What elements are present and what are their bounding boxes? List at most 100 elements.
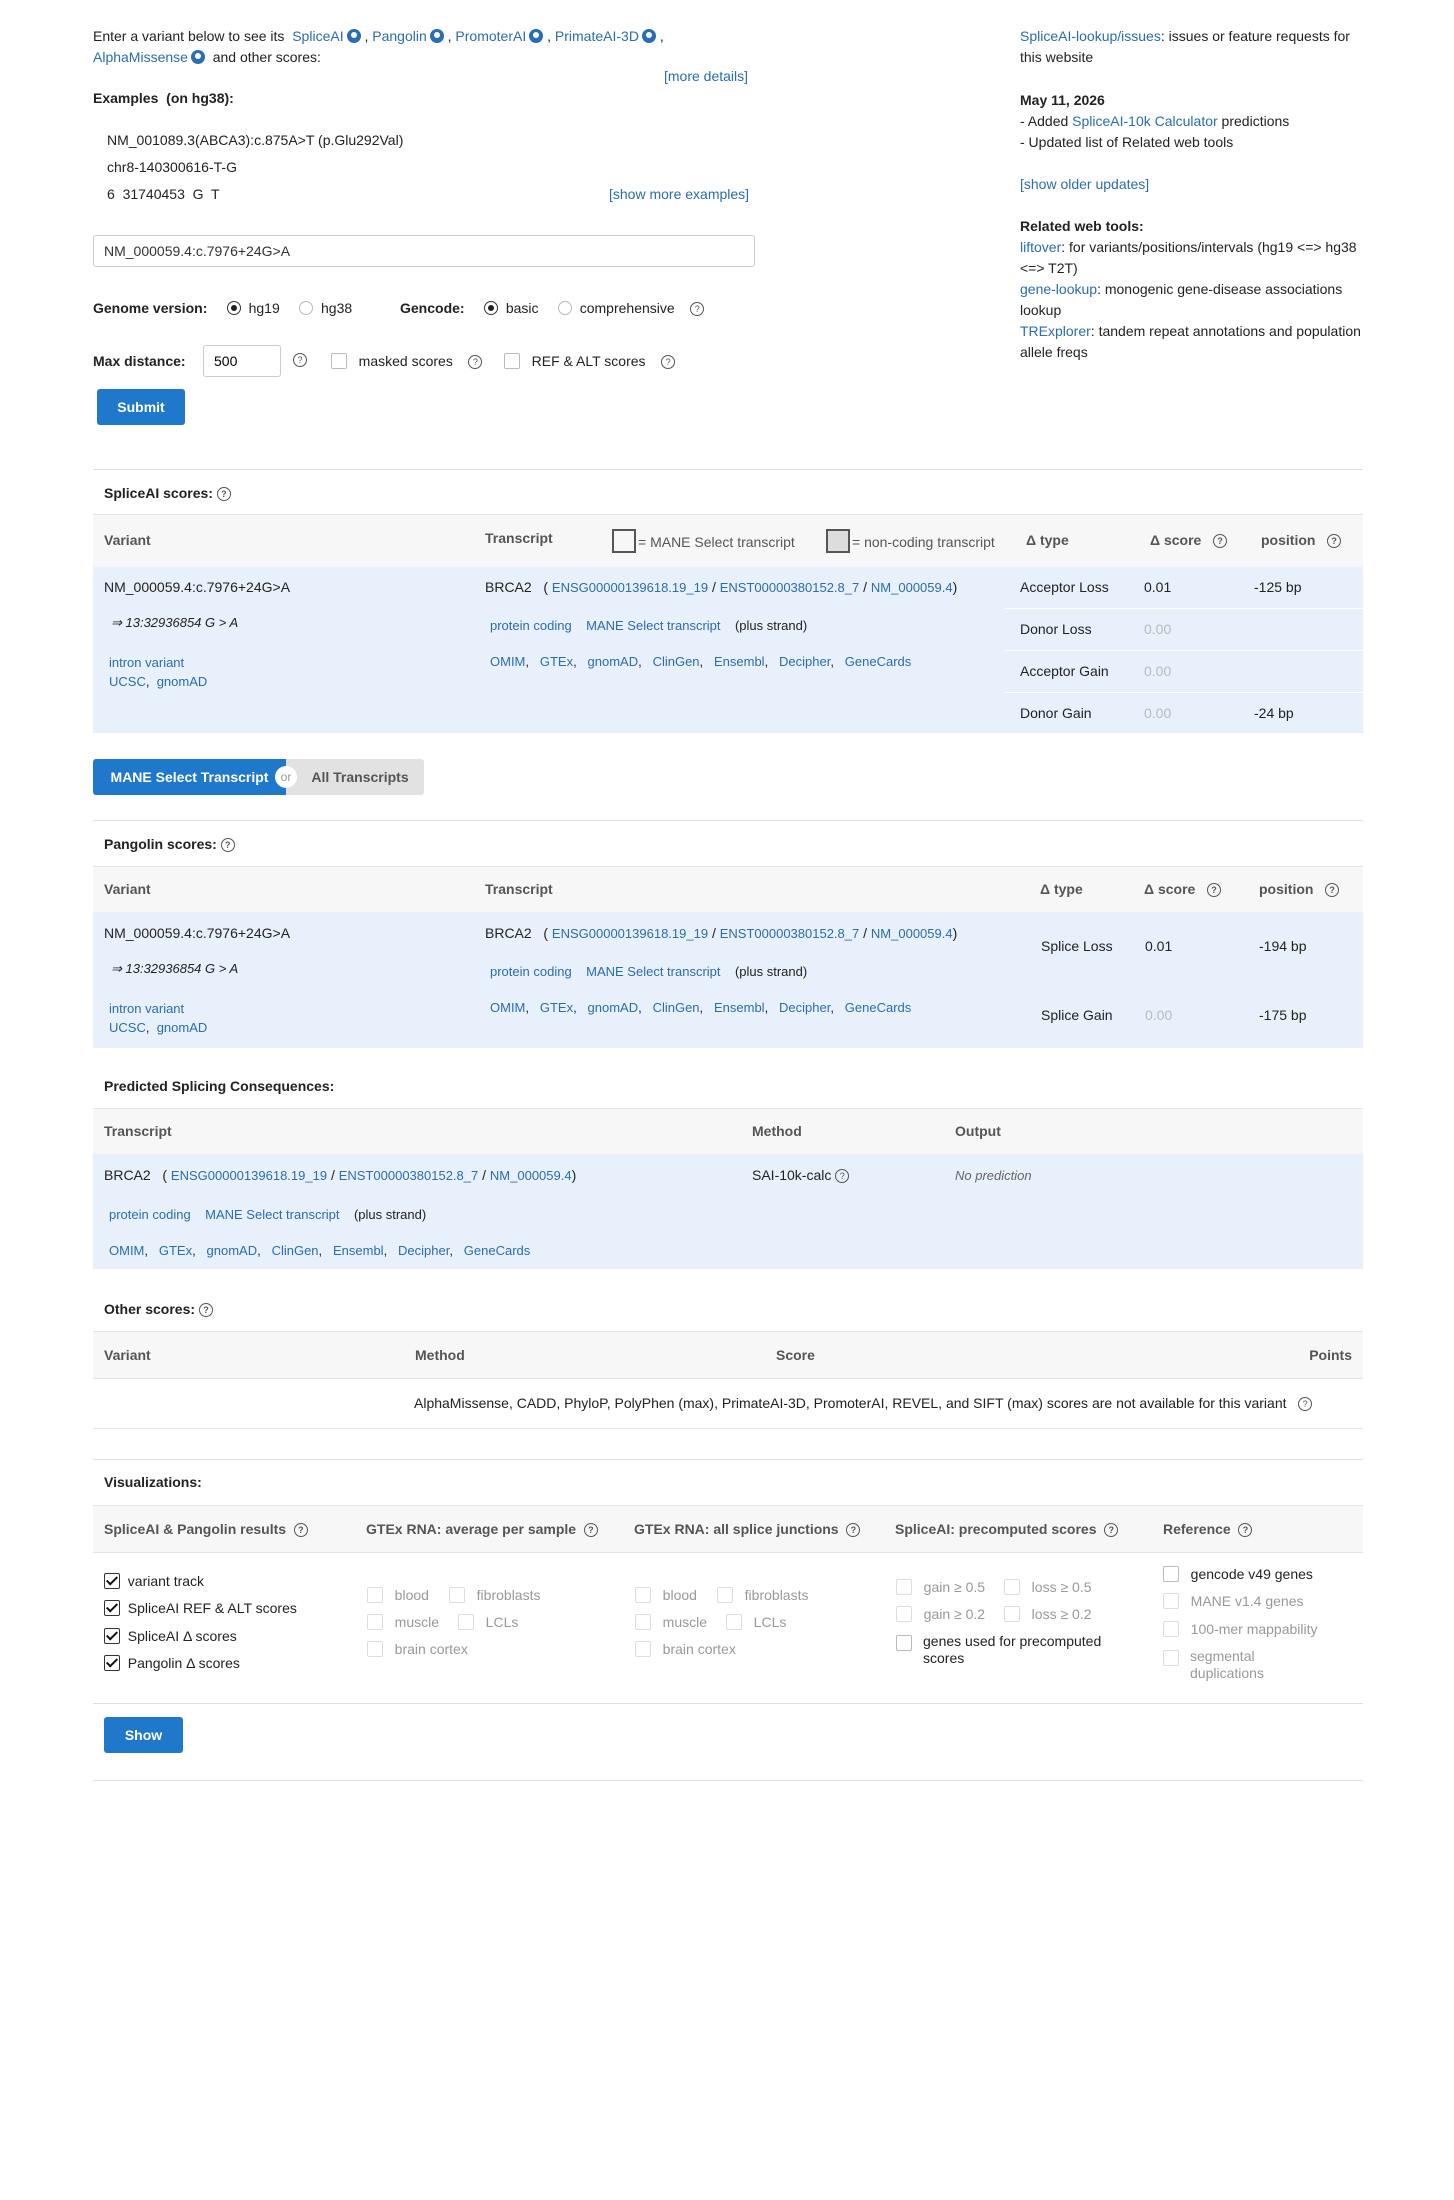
basic-radio[interactable] bbox=[484, 301, 499, 315]
ensg-link[interactable]: ENSG00000139618.19_19 bbox=[171, 1168, 327, 1183]
max-distance-input[interactable] bbox=[203, 345, 281, 377]
help-icon[interactable]: ? bbox=[1104, 1523, 1119, 1537]
promoterai-link[interactable]: PromoterAI bbox=[455, 28, 526, 44]
gnomad-gene-link[interactable]: gnomAD bbox=[588, 1000, 639, 1015]
help-icon[interactable]: ? bbox=[1298, 1397, 1313, 1411]
gtex-link[interactable]: GTEx bbox=[540, 1000, 573, 1015]
loss-02-checkbox[interactable] bbox=[1004, 1606, 1020, 1622]
variant-search-input[interactable] bbox=[93, 235, 755, 267]
gtex-junc-muscle-checkbox[interactable] bbox=[635, 1614, 651, 1630]
mane-select-toggle[interactable]: MANE Select Transcript bbox=[93, 759, 286, 795]
gnomad-gene-link[interactable]: gnomAD bbox=[588, 654, 639, 669]
help-icon[interactable]: ? bbox=[690, 302, 705, 316]
gain-02-checkbox[interactable] bbox=[896, 1606, 912, 1622]
genes-precomputed-checkbox[interactable] bbox=[896, 1635, 912, 1651]
nm-link[interactable]: NM_000059.4 bbox=[871, 580, 953, 595]
example-3[interactable]: 6 31740453 G T bbox=[107, 186, 220, 202]
show-button[interactable]: Show bbox=[104, 1717, 183, 1753]
help-icon[interactable]: ? bbox=[216, 487, 231, 501]
clingen-link[interactable]: ClinGen bbox=[653, 1000, 700, 1015]
variant-track-checkbox[interactable] bbox=[104, 1573, 120, 1589]
gencode-genes-checkbox[interactable] bbox=[1163, 1566, 1179, 1582]
github-icon[interactable] bbox=[429, 29, 444, 43]
decipher-link[interactable]: Decipher bbox=[779, 1000, 830, 1015]
mappability-checkbox[interactable] bbox=[1163, 1621, 1179, 1637]
spliceai-refalt-checkbox[interactable] bbox=[104, 1600, 120, 1616]
nm-link[interactable]: NM_000059.4 bbox=[871, 926, 953, 941]
help-icon[interactable]: ? bbox=[220, 838, 235, 852]
help-icon[interactable]: ? bbox=[846, 1523, 861, 1537]
clingen-link[interactable]: ClinGen bbox=[653, 654, 700, 669]
nm-link[interactable]: NM_000059.4 bbox=[490, 1168, 572, 1183]
spliceai-delta-checkbox[interactable] bbox=[104, 1628, 120, 1644]
ensg-link[interactable]: ENSG00000139618.19_19 bbox=[552, 926, 708, 941]
hg38-radio[interactable] bbox=[299, 301, 314, 315]
gnomad-link[interactable]: gnomAD bbox=[157, 1020, 208, 1035]
submit-button[interactable]: Submit bbox=[97, 389, 185, 425]
pangolin-link[interactable]: Pangolin bbox=[372, 28, 427, 44]
help-icon[interactable]: ? bbox=[583, 1523, 598, 1537]
ucsc-link[interactable]: UCSC bbox=[109, 674, 146, 689]
clingen-link[interactable]: ClinGen bbox=[272, 1243, 319, 1258]
mane-genes-checkbox[interactable] bbox=[1163, 1593, 1179, 1609]
gtex-junc-lcls-checkbox[interactable] bbox=[726, 1614, 742, 1630]
omim-link[interactable]: OMIM bbox=[109, 1243, 144, 1258]
consequence-link[interactable]: intron variant bbox=[109, 655, 184, 670]
ensg-link[interactable]: ENSG00000139618.19_19 bbox=[552, 580, 708, 595]
segdup-checkbox[interactable] bbox=[1163, 1650, 1179, 1666]
all-transcripts-toggle[interactable]: All Transcripts bbox=[286, 759, 424, 795]
trexplorer-link[interactable]: TRExplorer bbox=[1020, 323, 1091, 339]
decipher-link[interactable]: Decipher bbox=[398, 1243, 449, 1258]
alphamissense-link[interactable]: AlphaMissense bbox=[93, 49, 188, 65]
consequence-link[interactable]: intron variant bbox=[109, 1001, 184, 1016]
gnomad-link[interactable]: gnomAD bbox=[157, 674, 208, 689]
pangolin-delta-checkbox[interactable] bbox=[104, 1655, 120, 1671]
github-icon[interactable] bbox=[529, 29, 544, 43]
gtex-avg-fibroblasts-checkbox[interactable] bbox=[449, 1587, 465, 1603]
calculator-link[interactable]: SpliceAI-10k Calculator bbox=[1072, 113, 1218, 129]
omim-link[interactable]: OMIM bbox=[490, 1000, 525, 1015]
show-more-examples-link[interactable]: [show more examples] bbox=[609, 186, 749, 202]
example-2[interactable]: chr8-140300616-T-G bbox=[107, 159, 237, 175]
github-icon[interactable] bbox=[641, 29, 656, 43]
gain-05-checkbox[interactable] bbox=[896, 1579, 912, 1595]
show-older-updates-link[interactable]: [show older updates] bbox=[1020, 176, 1149, 192]
enst-link[interactable]: ENST00000380152.8_7 bbox=[339, 1168, 479, 1183]
help-icon[interactable]: ? bbox=[1238, 1523, 1253, 1537]
comprehensive-radio[interactable] bbox=[557, 301, 572, 315]
gene-lookup-link[interactable]: gene-lookup bbox=[1020, 281, 1097, 297]
gtex-avg-blood-checkbox[interactable] bbox=[367, 1587, 383, 1603]
ensembl-link[interactable]: Ensembl bbox=[333, 1243, 384, 1258]
help-icon[interactable]: ? bbox=[835, 1169, 850, 1183]
help-icon[interactable]: ? bbox=[468, 355, 483, 369]
gtex-avg-muscle-checkbox[interactable] bbox=[367, 1614, 383, 1630]
ensembl-link[interactable]: Ensembl bbox=[714, 1000, 765, 1015]
hg19-radio[interactable] bbox=[226, 301, 241, 315]
github-icon[interactable] bbox=[346, 29, 361, 43]
liftover-link[interactable]: liftover bbox=[1020, 239, 1061, 255]
gtex-junc-brain-checkbox[interactable] bbox=[635, 1641, 651, 1657]
help-icon[interactable]: ? bbox=[1327, 534, 1342, 548]
issues-link[interactable]: SpliceAI-lookup/issues bbox=[1020, 28, 1161, 44]
gnomad-gene-link[interactable]: gnomAD bbox=[207, 1243, 258, 1258]
gtex-link[interactable]: GTEx bbox=[159, 1243, 192, 1258]
gtex-junc-fibroblasts-checkbox[interactable] bbox=[717, 1587, 733, 1603]
help-icon[interactable]: ? bbox=[293, 1523, 308, 1537]
loss-05-checkbox[interactable] bbox=[1004, 1579, 1020, 1595]
gtex-avg-lcls-checkbox[interactable] bbox=[458, 1614, 474, 1630]
spliceai-link[interactable]: SpliceAI bbox=[292, 28, 343, 44]
help-icon[interactable]: ? bbox=[293, 353, 307, 367]
help-icon[interactable]: ? bbox=[1325, 883, 1340, 897]
genecards-link[interactable]: GeneCards bbox=[845, 654, 911, 669]
masked-scores-checkbox[interactable] bbox=[331, 353, 347, 369]
genecards-link[interactable]: GeneCards bbox=[845, 1000, 911, 1015]
ensembl-link[interactable]: Ensembl bbox=[714, 654, 765, 669]
help-icon[interactable]: ? bbox=[1212, 534, 1227, 548]
gtex-junc-blood-checkbox[interactable] bbox=[635, 1587, 651, 1603]
help-icon[interactable]: ? bbox=[198, 1303, 213, 1317]
omim-link[interactable]: OMIM bbox=[490, 654, 525, 669]
more-details-link[interactable]: [more details] bbox=[664, 68, 748, 84]
github-icon[interactable] bbox=[190, 50, 205, 64]
enst-link[interactable]: ENST00000380152.8_7 bbox=[720, 580, 860, 595]
ucsc-link[interactable]: UCSC bbox=[109, 1020, 146, 1035]
